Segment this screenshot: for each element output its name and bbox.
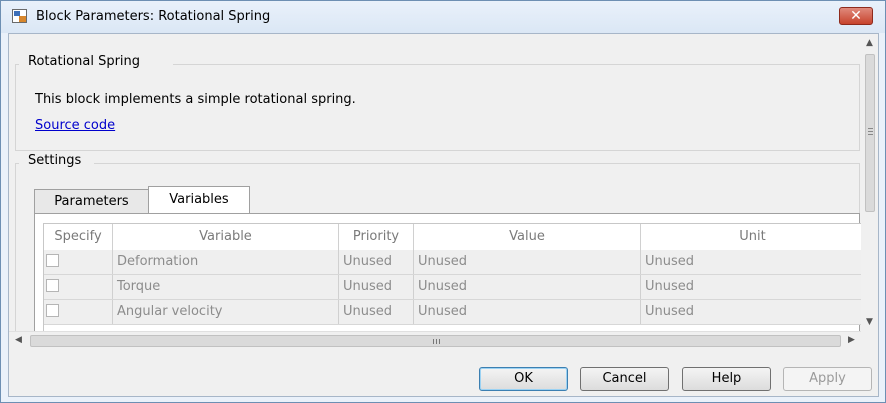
priority-cell[interactable]: Unused — [339, 300, 414, 324]
specify-cell — [44, 275, 113, 299]
unit-cell[interactable]: Unused — [641, 300, 861, 324]
tab-parameters[interactable]: Parameters — [34, 189, 149, 214]
title-bar[interactable]: Block Parameters: Rotational Spring ✕ — [1, 1, 885, 33]
horizontal-scrollbar[interactable]: ◀ ▶ — [9, 331, 861, 350]
group-border — [94, 163, 859, 164]
dialog-window: Block Parameters: Rotational Spring ✕ Ro… — [0, 0, 886, 403]
source-code-link[interactable]: Source code — [35, 118, 115, 133]
scroll-right-icon[interactable]: ▶ — [848, 335, 855, 345]
table-header-row: Specify Variable Priority Value Unit — [44, 224, 861, 251]
column-header-value[interactable]: Value — [414, 224, 641, 250]
group-border — [173, 64, 859, 65]
block-description: This block implements a simple rotationa… — [35, 92, 356, 107]
group-border — [15, 150, 860, 151]
table-row: Torque Unused Unused Unused — [44, 275, 861, 300]
value-cell[interactable]: Unused — [414, 300, 641, 324]
specify-checkbox[interactable] — [46, 304, 59, 317]
scrollable-content: Rotational Spring This block implements … — [9, 34, 861, 331]
settings-group-title: Settings — [28, 153, 82, 168]
specify-cell — [44, 300, 113, 324]
variables-table: Specify Variable Priority Value Unit Def… — [43, 223, 861, 331]
priority-cell[interactable]: Unused — [339, 275, 414, 299]
variable-cell: Deformation — [113, 250, 339, 274]
block-parameters-icon — [12, 9, 27, 23]
column-header-priority[interactable]: Priority — [339, 224, 414, 250]
horizontal-scroll-thumb[interactable] — [30, 335, 841, 347]
variable-cell: Angular velocity — [113, 300, 339, 324]
specify-checkbox[interactable] — [46, 279, 59, 292]
table-row: Angular velocity Unused Unused Unused — [44, 300, 861, 325]
vertical-scrollbar[interactable]: ▲ ▼ — [862, 34, 878, 331]
window-title: Block Parameters: Rotational Spring — [36, 9, 271, 24]
tab-variables[interactable]: Variables — [148, 186, 250, 215]
scroll-up-icon[interactable]: ▲ — [866, 38, 873, 48]
group-border — [15, 163, 16, 331]
group-border — [15, 64, 16, 150]
specify-cell — [44, 250, 113, 274]
column-header-variable[interactable]: Variable — [113, 224, 339, 250]
help-button[interactable]: Help — [682, 367, 771, 391]
vertical-scroll-thumb[interactable] — [865, 54, 875, 212]
specify-checkbox[interactable] — [46, 254, 59, 267]
cancel-button[interactable]: Cancel — [580, 367, 669, 391]
priority-cell[interactable]: Unused — [339, 250, 414, 274]
value-cell[interactable]: Unused — [414, 250, 641, 274]
column-header-unit[interactable]: Unit — [641, 224, 861, 250]
table-row: Deformation Unused Unused Unused — [44, 250, 861, 275]
variable-cell: Torque — [113, 275, 339, 299]
variables-tab-panel: Specify Variable Priority Value Unit Def… — [34, 213, 861, 331]
unit-cell[interactable]: Unused — [641, 250, 861, 274]
block-group-title: Rotational Spring — [28, 54, 141, 69]
close-icon: ✕ — [850, 8, 862, 24]
ok-button[interactable]: OK — [479, 367, 568, 391]
value-cell[interactable]: Unused — [414, 275, 641, 299]
close-button[interactable]: ✕ — [839, 7, 873, 25]
group-border — [859, 64, 860, 150]
apply-button[interactable]: Apply — [783, 367, 872, 391]
scroll-down-icon[interactable]: ▼ — [866, 317, 873, 327]
column-header-specify[interactable]: Specify — [44, 224, 113, 250]
dialog-client-area: Rotational Spring This block implements … — [8, 33, 879, 397]
scroll-left-icon[interactable]: ◀ — [15, 335, 22, 345]
unit-cell[interactable]: Unused — [641, 275, 861, 299]
